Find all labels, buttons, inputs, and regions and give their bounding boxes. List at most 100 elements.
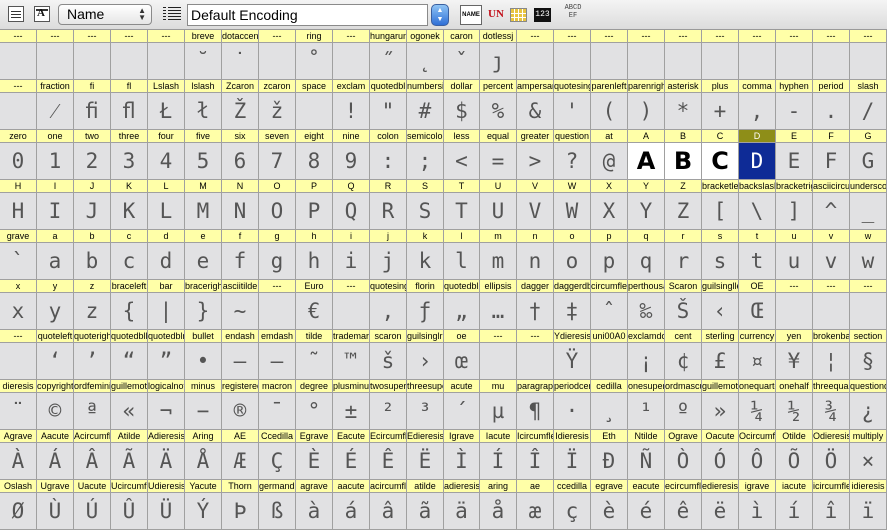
glyph-cell[interactable]: ] bbox=[776, 193, 813, 230]
glyph-cell[interactable]: ˘ bbox=[185, 43, 222, 80]
glyph-cell[interactable]: æ bbox=[517, 493, 554, 530]
glyph-cell[interactable]: v bbox=[813, 243, 850, 280]
glyph-cell[interactable]: − bbox=[185, 393, 222, 430]
glyph-cell[interactable]: 8 bbox=[296, 143, 333, 180]
glyph-cell[interactable]: Ê bbox=[370, 443, 407, 480]
glyph-cell[interactable]: š bbox=[370, 343, 407, 380]
glyph-cell[interactable]: › bbox=[407, 343, 444, 380]
glyph-cell[interactable]: E bbox=[776, 143, 813, 180]
glyph-cell[interactable]: ê bbox=[665, 493, 702, 530]
glyph-cell[interactable]: œ bbox=[444, 343, 480, 380]
grid-view-icon[interactable] bbox=[510, 8, 527, 22]
glyph-cell[interactable]: 4 bbox=[148, 143, 185, 180]
glyph-cell[interactable]: Q bbox=[333, 193, 370, 230]
glyph-cell[interactable] bbox=[517, 343, 554, 380]
glyph-cell[interactable]: µ bbox=[480, 393, 517, 430]
glyph-cell[interactable]: Â bbox=[74, 443, 111, 480]
encoding-field[interactable]: Default Encoding bbox=[187, 4, 428, 26]
glyph-cell[interactable]: & bbox=[517, 93, 554, 130]
glyph-cell[interactable]: Œ bbox=[739, 293, 776, 330]
glyph-cell[interactable]: á bbox=[333, 493, 370, 530]
glyph-cell[interactable] bbox=[111, 43, 148, 80]
glyph-cell[interactable]: Z bbox=[665, 193, 702, 230]
glyph-cell[interactable]: Î bbox=[517, 443, 554, 480]
glyph-cell[interactable]: à bbox=[296, 493, 333, 530]
glyph-cell[interactable]: T bbox=[444, 193, 480, 230]
glyph-cell[interactable]: À bbox=[0, 443, 37, 480]
glyph-cell[interactable]: ” bbox=[148, 343, 185, 380]
glyph-cell[interactable]: Ï bbox=[554, 443, 591, 480]
glyph-cell[interactable]: Þ bbox=[222, 493, 259, 530]
glyph-cell[interactable]: » bbox=[702, 393, 739, 430]
glyph-cell[interactable]: Û bbox=[111, 493, 148, 530]
glyph-cell[interactable] bbox=[813, 293, 850, 330]
glyph-cell[interactable]: Ó bbox=[702, 443, 739, 480]
glyph-cell[interactable] bbox=[517, 43, 554, 80]
glyph-cell[interactable] bbox=[554, 43, 591, 80]
glyph-cell[interactable]: R bbox=[370, 193, 407, 230]
glyph-cell[interactable]: ⁄ bbox=[37, 93, 74, 130]
glyph-cell[interactable]: ) bbox=[628, 93, 665, 130]
glyph-cell[interactable]: è bbox=[591, 493, 628, 530]
glyph-cell[interactable]: í bbox=[776, 493, 813, 530]
glyph-cell[interactable]: U bbox=[480, 193, 517, 230]
glyph-cell[interactable]: y bbox=[37, 293, 74, 330]
glyph-cell[interactable]: c bbox=[111, 243, 148, 280]
glyph-cell[interactable] bbox=[591, 43, 628, 80]
glyph-cell[interactable]: $ bbox=[444, 93, 480, 130]
glyph-cell[interactable]: u bbox=[776, 243, 813, 280]
glyph-cell[interactable]: 0 bbox=[0, 143, 37, 180]
glyph-cell[interactable]: ‰ bbox=[628, 293, 665, 330]
glyph-cell[interactable] bbox=[850, 43, 887, 80]
glyph-cell[interactable]: C bbox=[702, 143, 739, 180]
glyph-cell[interactable]: ¬ bbox=[148, 393, 185, 430]
glyph-cell[interactable]: m bbox=[480, 243, 517, 280]
glyph-cell[interactable]: t bbox=[739, 243, 776, 280]
glyph-cell[interactable]: Ñ bbox=[628, 443, 665, 480]
glyph-cell[interactable]: Ü bbox=[148, 493, 185, 530]
glyph-cell[interactable]: g bbox=[259, 243, 296, 280]
glyph-cell[interactable] bbox=[776, 43, 813, 80]
glyph-cell[interactable]: j bbox=[370, 243, 407, 280]
glyph-cell[interactable] bbox=[665, 43, 702, 80]
glyph-cell[interactable]: M bbox=[185, 193, 222, 230]
glyph-cell[interactable]: Ł bbox=[148, 93, 185, 130]
glyph-cell[interactable]: Í bbox=[480, 443, 517, 480]
glyph-cell[interactable]: ² bbox=[370, 393, 407, 430]
glyph-cell[interactable]: 5 bbox=[185, 143, 222, 180]
glyph-cell[interactable] bbox=[480, 343, 517, 380]
glyph-cell[interactable]: L bbox=[148, 193, 185, 230]
glyph-cell[interactable]: ˜ bbox=[296, 343, 333, 380]
glyph-cell[interactable]: ˆ bbox=[591, 293, 628, 330]
glyph-cell[interactable]: # bbox=[407, 93, 444, 130]
glyph-cell[interactable]: 2 bbox=[74, 143, 111, 180]
glyph-cell[interactable]: / bbox=[850, 93, 887, 130]
glyph-cell[interactable]: â bbox=[370, 493, 407, 530]
glyph-cell[interactable] bbox=[628, 43, 665, 80]
glyph-cell[interactable]: ﬂ bbox=[111, 93, 148, 130]
glyph-cell[interactable]: e bbox=[185, 243, 222, 280]
glyph-cell[interactable]: Ã bbox=[111, 443, 148, 480]
glyph-cell[interactable]: 1 bbox=[37, 143, 74, 180]
glyph-cell[interactable]: Y bbox=[628, 193, 665, 230]
glyph-cell[interactable]: Õ bbox=[776, 443, 813, 480]
glyph-cell[interactable]: Ð bbox=[591, 443, 628, 480]
glyph-cell[interactable]: ß bbox=[259, 493, 296, 530]
glyph-cell[interactable]: Ý bbox=[185, 493, 222, 530]
glyph-cell[interactable]: _ bbox=[850, 193, 887, 230]
glyph-cell[interactable]: G bbox=[850, 143, 887, 180]
glyph-cell[interactable]: ‹ bbox=[702, 293, 739, 330]
glyph-cell[interactable]: ^ bbox=[813, 193, 850, 230]
glyph-cell[interactable]: î bbox=[813, 493, 850, 530]
glyph-cell[interactable]: ` bbox=[0, 243, 37, 280]
glyph-cell[interactable]: 3 bbox=[111, 143, 148, 180]
glyph-cell[interactable]: n bbox=[517, 243, 554, 280]
glyph-cell[interactable]: ¿ bbox=[850, 393, 887, 430]
glyph-cell[interactable]: É bbox=[333, 443, 370, 480]
glyph-cell[interactable]: ł bbox=[185, 93, 222, 130]
glyph-cell[interactable]: å bbox=[480, 493, 517, 530]
glyph-cell[interactable]: ȷ bbox=[480, 43, 517, 80]
glyph-cell[interactable]: ™ bbox=[333, 343, 370, 380]
glyph-cell[interactable] bbox=[813, 43, 850, 80]
glyph-cell[interactable]: - bbox=[776, 93, 813, 130]
